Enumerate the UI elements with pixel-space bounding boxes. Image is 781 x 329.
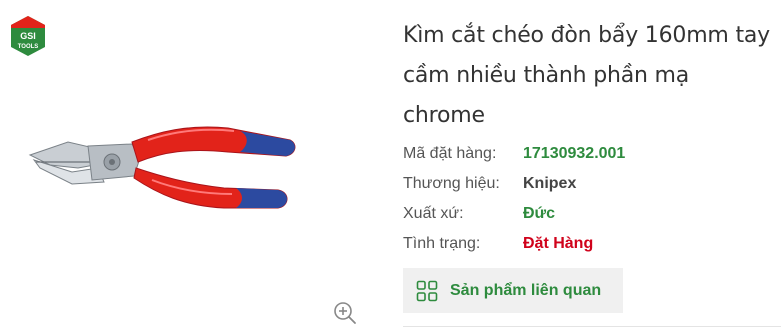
related-products-button[interactable]: Sản phẩm liên quan: [403, 268, 623, 313]
brand-value: Knipex: [523, 175, 577, 192]
product-image[interactable]: [28, 118, 298, 228]
product-title: Kìm cắt chéo đòn bẩy 160mm tay cầm nhiều…: [403, 23, 770, 128]
svg-text:TOOLS: TOOLS: [18, 44, 39, 50]
product-gallery: GSI TOOLS: [0, 0, 380, 329]
status-value: Đặt Hàng: [523, 235, 594, 252]
divider: [403, 326, 781, 327]
origin-value: Đức: [523, 205, 556, 222]
zoom-in-icon: [334, 302, 356, 324]
spec-label: Xuất xứ:: [403, 205, 464, 222]
zoom-button[interactable]: [331, 299, 359, 327]
svg-text:GSI: GSI: [20, 31, 36, 41]
order-code-value: 17130932.001: [523, 145, 626, 162]
spec-label: Thương hiệu:: [403, 175, 500, 192]
grid-icon: [416, 280, 438, 301]
spec-label: Tình trạng:: [403, 235, 481, 252]
spec-label: Mã đặt hàng:: [403, 145, 497, 162]
gsi-tools-logo: GSI TOOLS: [11, 16, 45, 56]
related-products-label: Sản phẩm liên quan: [450, 281, 602, 299]
